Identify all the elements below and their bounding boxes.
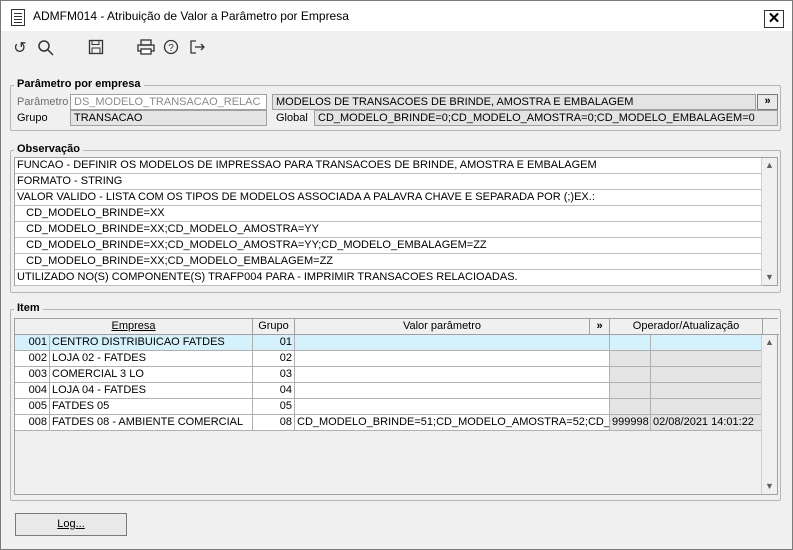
descricao-field: MODELOS DE TRANSACOES DE BRINDE, AMOSTRA… [272, 94, 756, 110]
document-icon [11, 9, 25, 26]
cell-grupo: 01 [253, 335, 295, 351]
svg-text:?: ? [168, 43, 174, 54]
observacao-textarea[interactable]: FUNCAO - DEFINIR OS MODELOS DE IMPRESSAO… [14, 157, 778, 286]
cell-code: 005 [15, 399, 50, 415]
cell-atualizacao [651, 367, 763, 383]
obs-line: FUNCAO - DEFINIR OS MODELOS DE IMPRESSAO… [15, 158, 763, 174]
scroll-up-icon[interactable]: ▲ [762, 158, 777, 173]
expand-button[interactable]: » [757, 94, 778, 110]
scroll-up-icon[interactable]: ▲ [762, 335, 777, 350]
col-empresa-header[interactable]: Empresa [15, 319, 253, 335]
grid-header-corner [763, 319, 779, 335]
scroll-down-icon[interactable]: ▼ [762, 479, 777, 494]
parametro-field[interactable]: DS_MODELO_TRANSACAO_RELAC [70, 94, 267, 110]
cell-code: 003 [15, 367, 50, 383]
col-valor-header[interactable]: Valor parâmetro [295, 319, 590, 335]
cell-atualizacao [651, 399, 763, 415]
cell-empresa: LOJA 02 - FATDES [50, 351, 253, 367]
log-button[interactable]: Log... [15, 513, 127, 536]
obs-group-legend: Observação [14, 143, 83, 155]
obs-line: CD_MODELO_BRINDE=XX;CD_MODELO_AMOSTRA=YY… [15, 238, 763, 254]
obs-line: CD_MODELO_BRINDE=XX;CD_MODELO_EMBALAGEM=… [15, 254, 763, 270]
obs-line: VALOR VALIDO - LISTA COM OS TIPOS DE MOD… [15, 190, 763, 206]
exit-icon[interactable] [187, 39, 207, 59]
cell-operador: 999998 [610, 415, 651, 431]
cell-grupo: 03 [253, 367, 295, 383]
print-icon[interactable] [136, 39, 156, 59]
cell-valor[interactable] [295, 383, 610, 399]
cell-atualizacao: 02/08/2021 14:01:22 [651, 415, 763, 431]
cell-operador [610, 335, 651, 351]
cell-empresa: COMERCIAL 3 LO [50, 367, 253, 383]
close-button[interactable]: ✕ [764, 10, 784, 28]
item-grid: Empresa Grupo Valor parâmetro » Operador… [14, 318, 779, 495]
item-group-legend: Item [14, 302, 43, 314]
cell-code: 002 [15, 351, 50, 367]
cell-atualizacao [651, 335, 763, 351]
save-icon[interactable] [86, 39, 106, 59]
cell-code: 004 [15, 383, 50, 399]
col-valor-expand-button[interactable]: » [590, 319, 610, 335]
cell-code: 001 [15, 335, 50, 351]
obs-line: CD_MODELO_BRINDE=XX;CD_MODELO_AMOSTRA=YY [15, 222, 763, 238]
cell-valor[interactable]: CD_MODELO_BRINDE=51;CD_MODELO_AMOSTRA=52… [295, 415, 610, 431]
obs-line: CD_MODELO_BRINDE=XX [15, 206, 763, 222]
param-group-legend: Parâmetro por empresa [14, 78, 144, 90]
cell-atualizacao [651, 351, 763, 367]
cell-code: 008 [15, 415, 50, 431]
grid-scrollbar[interactable]: ▲ ▼ [761, 335, 777, 494]
cell-operador [610, 367, 651, 383]
cell-empresa: LOJA 04 - FATDES [50, 383, 253, 399]
cell-valor[interactable] [295, 351, 610, 367]
cell-grupo: 08 [253, 415, 295, 431]
obs-line: UTILIZADO NO(S) COMPONENTE(S) TRAFP004 P… [15, 270, 763, 286]
obs-scrollbar[interactable]: ▲ ▼ [761, 158, 777, 285]
cell-empresa: FATDES 05 [50, 399, 253, 415]
col-operador-header[interactable]: Operador/Atualização [610, 319, 763, 335]
title-bar: ADMFM014 - Atribuição de Valor a Parâmet… [1, 1, 792, 31]
help-icon[interactable]: ? [161, 39, 181, 59]
log-button-label: Log... [57, 518, 85, 530]
grupo-field: TRANSACAO [70, 110, 267, 126]
global-label: Global [276, 112, 308, 124]
cell-empresa: FATDES 08 - AMBIENTE COMERCIAL [50, 415, 253, 431]
obs-line: FORMATO - STRING [15, 174, 763, 190]
cell-operador [610, 383, 651, 399]
grupo-label: Grupo [17, 112, 48, 124]
cell-operador [610, 399, 651, 415]
scroll-down-icon[interactable]: ▼ [762, 270, 777, 285]
parametro-label: Parâmetro [17, 96, 69, 108]
window-title: ADMFM014 - Atribuição de Valor a Parâmet… [33, 9, 349, 23]
global-field: CD_MODELO_BRINDE=0;CD_MODELO_AMOSTRA=0;C… [314, 110, 778, 126]
search-icon[interactable] [36, 39, 56, 59]
cell-valor[interactable] [295, 335, 610, 351]
cell-operador [610, 351, 651, 367]
cell-valor[interactable] [295, 399, 610, 415]
cell-grupo: 02 [253, 351, 295, 367]
toolbar: ↺ ? [1, 31, 792, 67]
cell-atualizacao [651, 383, 763, 399]
cell-grupo: 05 [253, 399, 295, 415]
cell-grupo: 04 [253, 383, 295, 399]
col-grupo-header[interactable]: Grupo [253, 319, 295, 335]
cell-empresa: CENTRO DISTRIBUICAO FATDES [50, 335, 253, 351]
refresh-icon[interactable]: ↺ [10, 39, 30, 59]
cell-valor[interactable] [295, 367, 610, 383]
